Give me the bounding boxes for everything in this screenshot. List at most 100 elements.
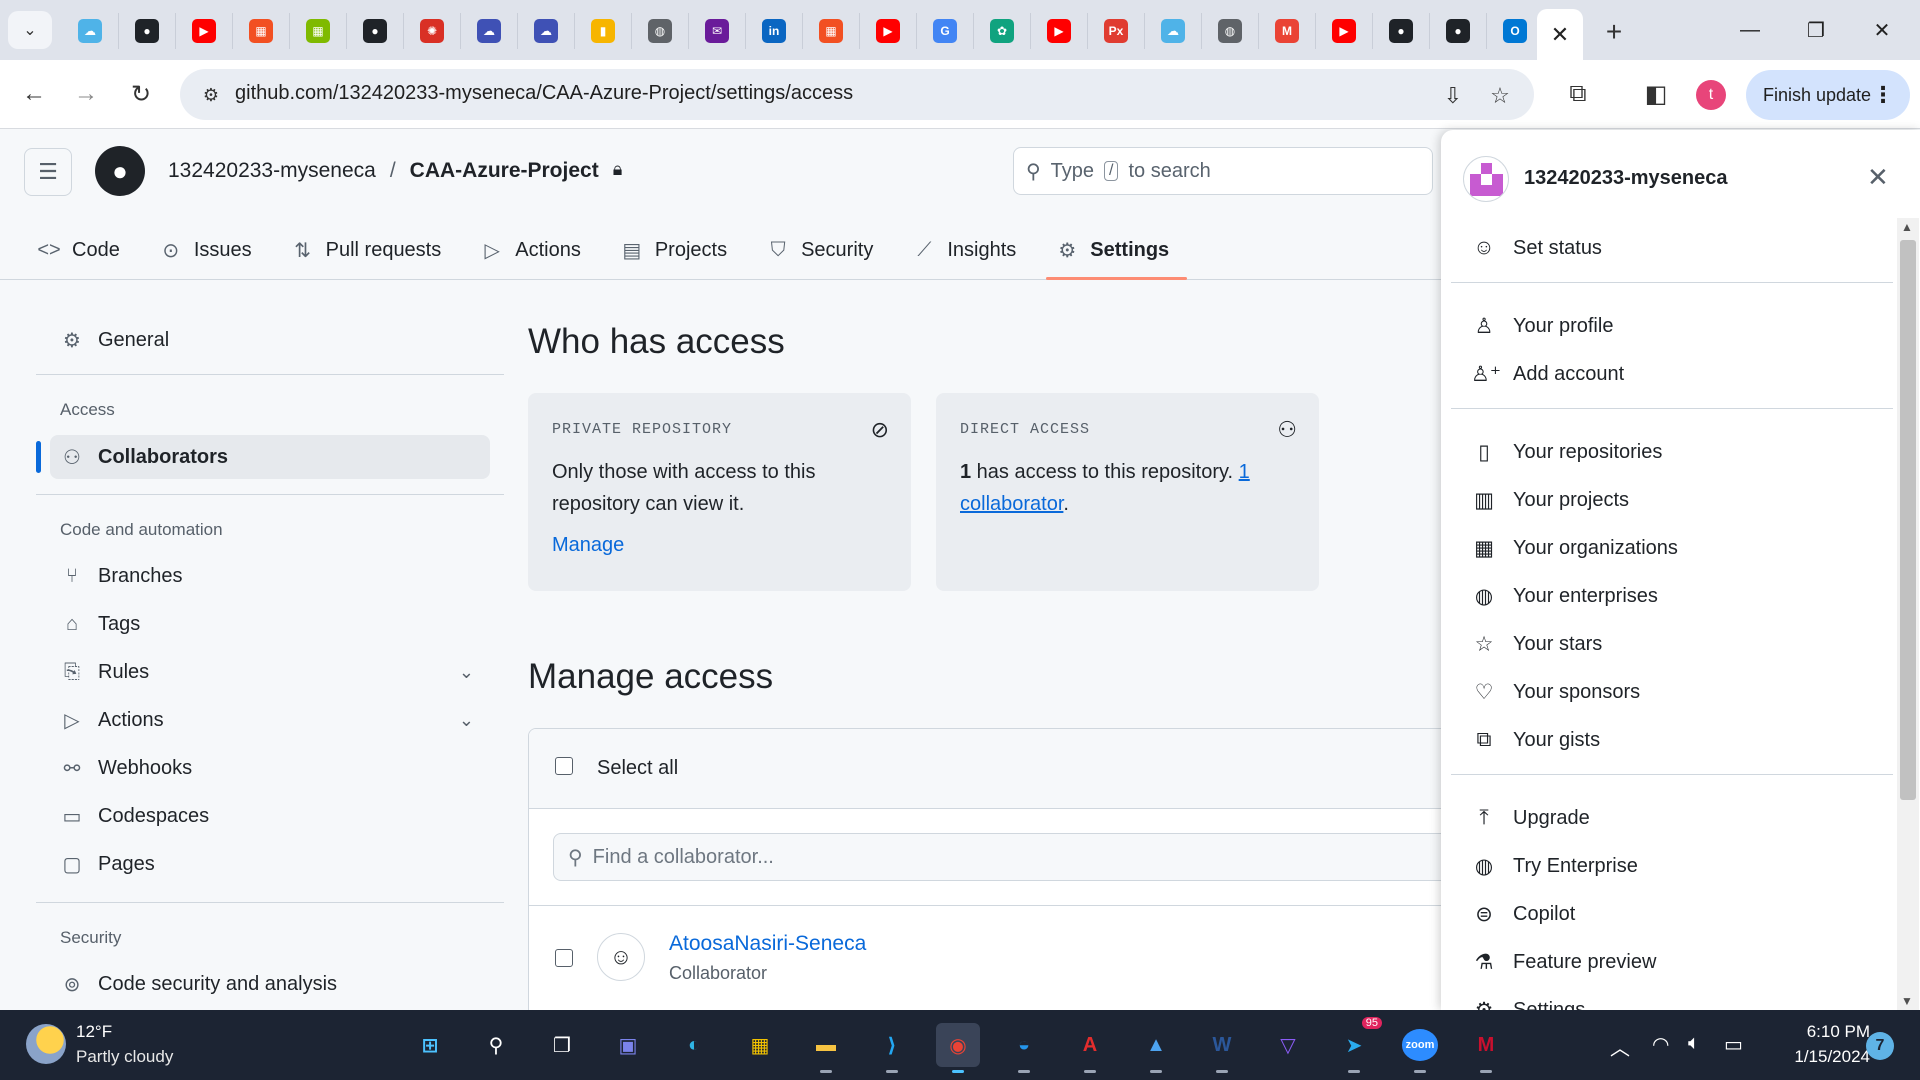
notification-count[interactable]: 7 [1866,1032,1894,1060]
file-explorer-app[interactable]: ▬ [804,1023,848,1073]
scrollbar-thumb[interactable] [1900,240,1916,800]
site-info-icon[interactable]: ⚙ [198,82,224,108]
pinned-tab[interactable]: ✺ [404,13,461,49]
menu-item-your-stars[interactable]: ☆ Your stars [1471,624,1603,664]
menu-icon[interactable]: ☰ [24,148,72,196]
pinned-tab[interactable]: ☁ [1145,13,1202,49]
menu-item-your-profile[interactable]: ♙ Your profile [1471,306,1614,346]
pinned-tab[interactable]: ▦ [290,13,347,49]
start-button[interactable]: ⊞ [408,1023,452,1067]
tab-settings[interactable]: ⚙ Settings [1046,226,1188,280]
pinned-tab[interactable]: G [917,13,974,49]
back-button[interactable]: ← [14,74,54,114]
tab-pull-requests[interactable]: ⇅ Pull requests [282,226,460,274]
chevron-down-icon[interactable]: ⌄ [459,710,474,731]
search-button[interactable]: ⚲ [474,1023,518,1067]
docker-app[interactable]: ◒ [1002,1023,1046,1073]
close-icon[interactable]: ✕ [1867,162,1889,193]
pinned-tab[interactable]: ▮ [575,13,632,49]
bookmark-star-icon[interactable]: ☆ [1485,81,1515,111]
menu-item-your-repositories[interactable]: ▯ Your repositories [1471,432,1662,472]
tab-security[interactable]: ⛉ Security [757,226,891,274]
breadcrumb-owner[interactable]: 132420233-myseneca [168,159,376,183]
sidebar-item-code-security[interactable]: ⊚ Code security and analysis [50,962,490,1006]
menu-item-add-account[interactable]: ♙⁺ Add account [1471,354,1624,394]
clock-date[interactable]: 1/15/2024 [1770,1047,1870,1067]
vscode-app[interactable]: ⟩ [870,1023,914,1073]
chrome-app[interactable]: ◉ [936,1023,980,1073]
vpn-app[interactable]: ▽ [1266,1023,1310,1067]
active-tab[interactable]: ✕ [1537,9,1583,60]
weather-description[interactable]: Partly cloudy [76,1047,173,1067]
new-tab-button[interactable]: + [1596,14,1632,50]
word-app[interactable]: W [1200,1023,1244,1073]
volume-muted-icon[interactable]: 🔈︎ [1688,1032,1700,1055]
forward-button[interactable]: → [66,74,106,114]
tab-actions[interactable]: ▷ Actions [471,226,599,274]
extensions-icon[interactable]: ⧉ [1558,74,1598,114]
battery-icon[interactable]: ▭ [1724,1032,1743,1057]
profile-avatar[interactable]: t [1696,80,1726,110]
finish-update-button[interactable]: Finish update ⋮ [1746,70,1910,120]
github-logo-icon[interactable]: ● [95,146,145,196]
pinned-tab[interactable]: ☁ [518,13,575,49]
chevron-up-icon[interactable]: ︿ [1610,1032,1630,1061]
menu-item-your-enterprises[interactable]: ◍ Your enterprises [1471,576,1658,616]
tab-insights[interactable]: ⟋ Insights [903,226,1034,274]
select-all-checkbox[interactable] [555,757,573,775]
scroll-down-icon[interactable]: ▼ [1901,994,1913,1008]
tab-issues[interactable]: ⊙ Issues [150,226,270,274]
pinned-tab[interactable]: ▶ [1031,13,1088,49]
sidebar-item-codespaces[interactable]: ▭ Codespaces [50,794,490,838]
pinned-tab[interactable]: M [1259,13,1316,49]
sidebar-item-actions[interactable]: ▷ Actions ⌄ [50,698,490,742]
sidebar-item-rules[interactable]: ⎘ Rules ⌄ [50,650,490,694]
weather-temperature[interactable]: 12°F [76,1022,112,1042]
pinned-tab[interactable]: ● [1373,13,1430,49]
manage-link[interactable]: Manage [552,534,887,557]
photos-app[interactable]: ▲ [1134,1023,1178,1073]
restore-button[interactable]: ❐ [1786,10,1846,50]
reload-button[interactable]: ↻ [121,74,161,114]
menu-item-set-status[interactable]: ☺ Set status [1471,228,1602,268]
menu-item-your-projects[interactable]: ▥ Your projects [1471,480,1629,520]
menu-item-your-gists[interactable]: ⧉ Your gists [1471,720,1601,760]
collaborator-name-link[interactable]: AtoosaNasiri-Seneca [669,932,866,956]
pinned-tab[interactable]: ▶ [1316,13,1373,49]
clock-time[interactable]: 6:10 PM [1770,1022,1870,1042]
pinned-tab[interactable]: ● [1430,13,1487,49]
close-icon[interactable]: ✕ [1551,22,1569,48]
minimize-button[interactable]: — [1720,10,1780,50]
task-view-button[interactable]: ❐ [540,1023,584,1067]
install-app-icon[interactable]: ⇩ [1438,81,1468,111]
url-text[interactable]: github.com/132420233-myseneca/CAA-Azure-… [235,82,853,105]
menu-item-settings[interactable]: ⚙ Settings [1471,990,1586,1011]
menu-item-upgrade[interactable]: ⤒ Upgrade [1471,798,1589,838]
pinned-tab[interactable]: ☁ [461,13,518,49]
menu-item-feature-preview[interactable]: ⚗ Feature preview [1471,942,1657,982]
pinned-tab[interactable]: ● [119,13,176,49]
tab-projects[interactable]: ▤ Projects [611,226,745,274]
weather-icon[interactable] [26,1024,66,1064]
pinned-tab[interactable]: ◍ [1202,13,1259,49]
sidebar-item-general[interactable]: ⚙ General [50,318,490,362]
telegram-app[interactable]: ➤ 95 [1332,1017,1382,1073]
side-panel-icon[interactable]: ◧ [1636,74,1676,114]
edge-app[interactable]: ◐ [672,1023,716,1067]
menu-item-copilot[interactable]: ⊜ Copilot [1471,894,1575,934]
pinned-tab[interactable]: ▶ [860,13,917,49]
scroll-up-icon[interactable]: ▲ [1901,220,1913,234]
sidebar-item-webhooks[interactable]: ⚯ Webhooks [50,746,490,790]
tab-code[interactable]: <> Code [28,226,138,274]
sidebar-item-branches[interactable]: ⑂ Branches [50,554,490,598]
pinned-tab[interactable]: in [746,13,803,49]
pinned-tab[interactable]: ▶ [176,13,233,49]
wifi-icon[interactable]: ◠ [1652,1032,1669,1057]
breadcrumb-repo[interactable]: CAA-Azure-Project [410,159,599,183]
pinned-tab[interactable]: O [1487,13,1544,49]
teams-app[interactable]: ▣ [606,1023,650,1067]
find-collaborator-input[interactable]: ⚲ Find a collaborator... [553,833,1447,881]
pinned-tab[interactable]: ▦ [803,13,860,49]
menu-item-your-sponsors[interactable]: ♡ Your sponsors [1471,672,1641,712]
pinned-tab[interactable]: ◍ [632,13,689,49]
